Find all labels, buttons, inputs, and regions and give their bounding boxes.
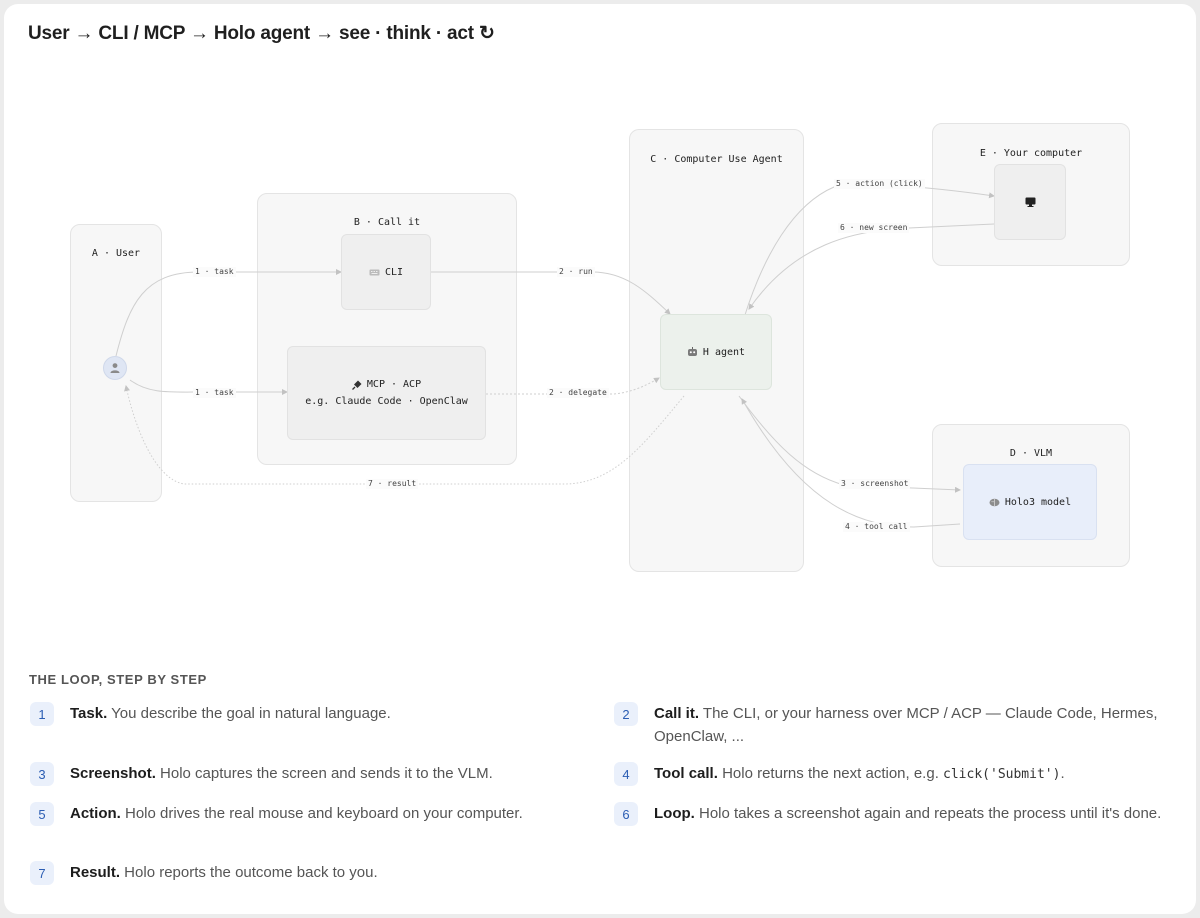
step-text: Task. You describe the goal in natural l…	[70, 705, 391, 722]
agent-node: H agent	[660, 314, 772, 390]
user-node	[103, 356, 127, 380]
vlm-node: Holo3 model	[963, 464, 1097, 540]
step-6: 6 Loop. Holo takes a screenshot again an…	[614, 802, 1174, 826]
monitor-icon	[1025, 197, 1035, 207]
edge-new-screen	[748, 223, 995, 310]
robot-icon	[687, 347, 697, 356]
step-number: 6	[614, 802, 638, 826]
step-text: Screenshot. Holo captures the screen and…	[70, 765, 493, 782]
edge-screenshot	[738, 395, 961, 493]
edge-label-action: 5 · action (click)	[834, 179, 925, 189]
step-text: Tool call. Holo returns the next action,…	[654, 765, 1065, 782]
mcp-node: MCP · ACP e.g. Claude Code · OpenClaw	[287, 346, 486, 440]
edge-run	[408, 271, 671, 315]
brain-icon	[989, 498, 1000, 506]
vlm-label: Holo3 model	[1004, 496, 1072, 508]
edge-label-result: 7 · result	[366, 479, 419, 489]
step-3: 3 Screenshot. Holo captures the screen a…	[30, 762, 570, 786]
edge-label-tool-call: 4 · tool call	[843, 522, 910, 532]
edge-task-cli	[115, 269, 342, 357]
computer-node	[994, 164, 1066, 240]
step-number: 7	[30, 861, 54, 885]
step-4: 4 Tool call. Holo returns the next actio…	[614, 762, 1174, 786]
step-number: 2	[614, 702, 638, 726]
step-text: Loop. Holo takes a screenshot again and …	[654, 805, 1162, 822]
loop-heading: THE LOOP, STEP BY STEP	[29, 672, 207, 687]
mcp-label: MCP · ACP	[366, 379, 422, 390]
step-7: 7 Result. Holo reports the outcome back …	[30, 861, 550, 885]
edge-label-delegate: 2 · delegate	[547, 388, 609, 398]
user-icon	[110, 363, 120, 373]
step-number: 4	[614, 762, 638, 786]
step-text: Action. Holo drives the real mouse and k…	[70, 805, 523, 822]
cli-label: CLI	[384, 266, 404, 278]
step-2: 2 Call it. The CLI, or your harness over…	[614, 702, 1174, 748]
edge-label-screenshot: 3 · screenshot	[839, 479, 911, 489]
keyboard-icon	[369, 269, 380, 275]
step-text: Result. Holo reports the outcome back to…	[70, 864, 378, 881]
edges-layer	[115, 184, 995, 528]
plug-icon	[351, 380, 362, 390]
edge-label-task-mcp: 1 · task	[193, 388, 236, 398]
step-number: 1	[30, 702, 54, 726]
step-number: 3	[30, 762, 54, 786]
edge-label-task-cli: 1 · task	[193, 267, 236, 277]
step-5: 5 Action. Holo drives the real mouse and…	[30, 802, 590, 826]
step-number: 5	[30, 802, 54, 826]
edge-label-new-screen: 6 · new screen	[838, 223, 910, 233]
edge-action	[743, 184, 995, 319]
diagram-card: User → CLI / MCP → Holo agent → see · th…	[4, 4, 1196, 914]
step-text: Call it. The CLI, or your harness over M…	[654, 705, 1158, 745]
edge-label-run: 2 · run	[557, 267, 595, 277]
step-1: 1 Task. You describe the goal in natural…	[30, 702, 550, 726]
agent-label: H agent	[702, 346, 746, 358]
mcp-examples: e.g. Claude Code · OpenClaw	[305, 396, 468, 407]
edge-tool-call	[741, 398, 961, 528]
cli-node: CLI	[341, 234, 431, 310]
